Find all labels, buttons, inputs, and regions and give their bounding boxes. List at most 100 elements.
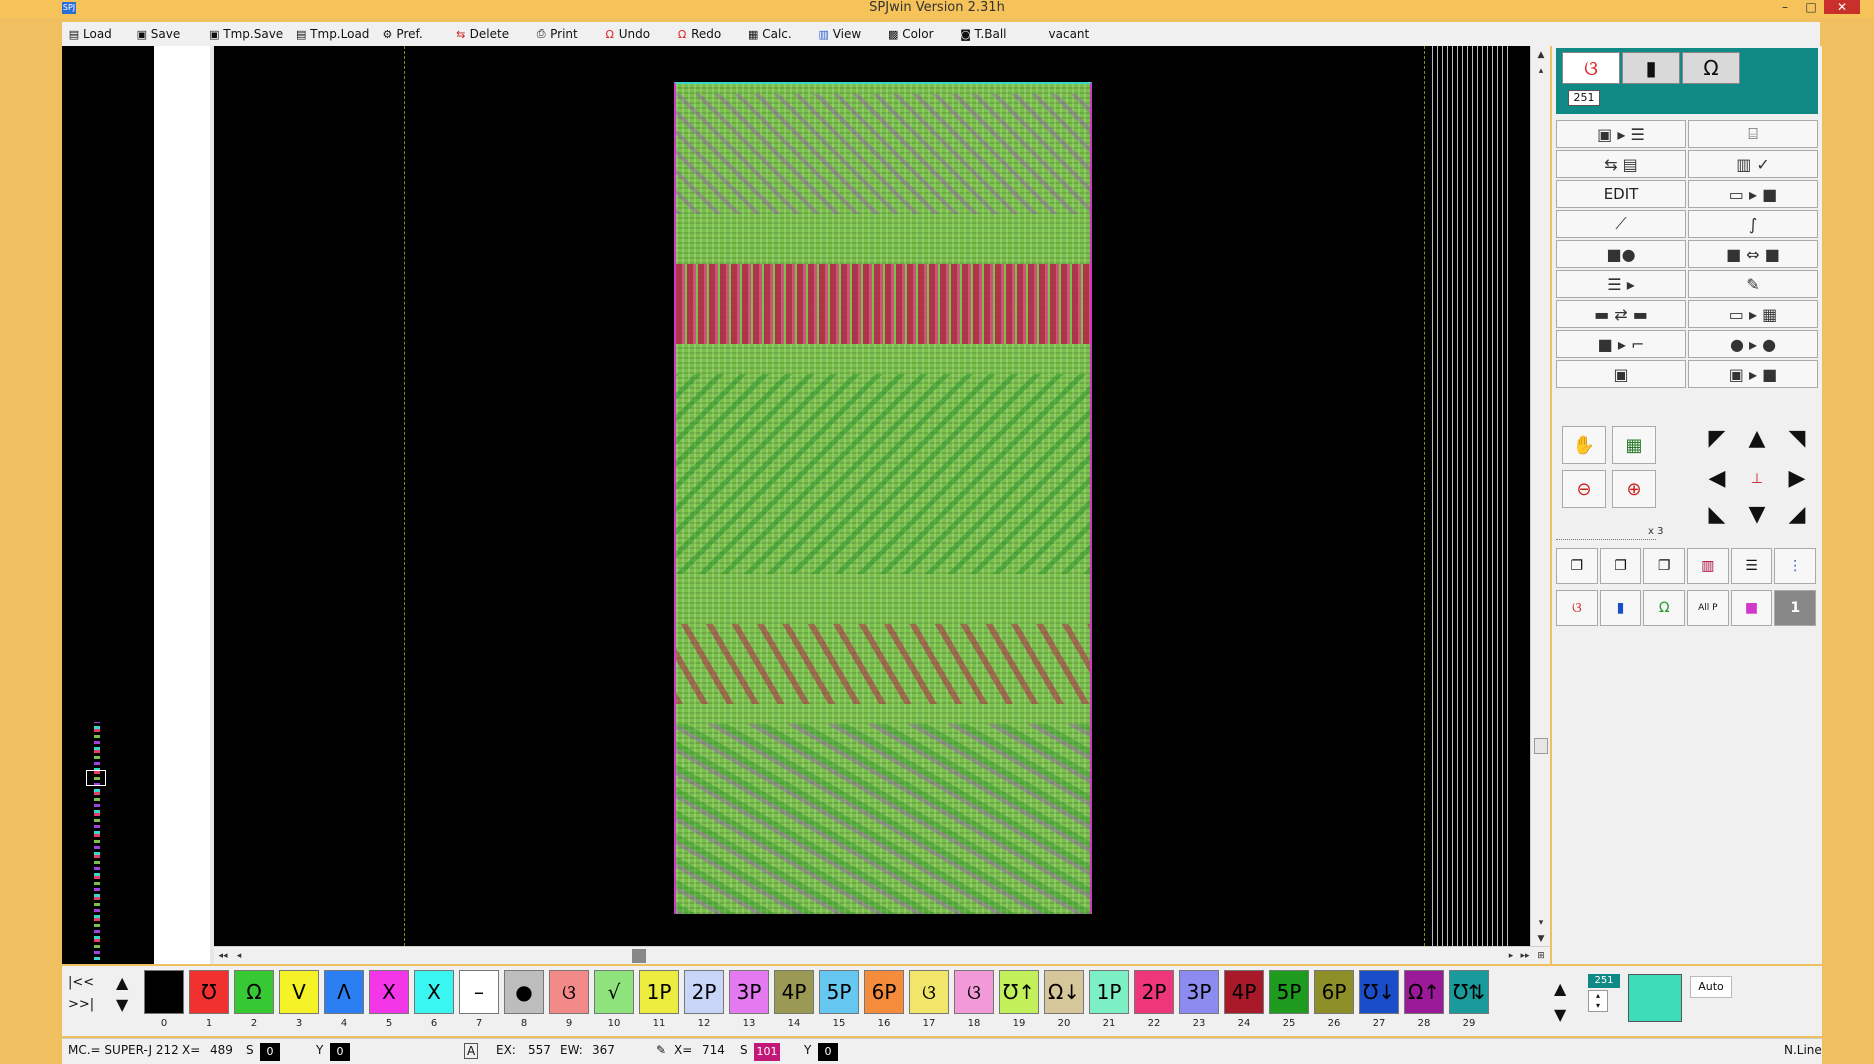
palette-item[interactable]: 4P 24 bbox=[1224, 970, 1264, 1034]
zoom-out-button[interactable]: ⊖ bbox=[1562, 470, 1606, 508]
palette-item[interactable]: 6P 16 bbox=[864, 970, 904, 1034]
checker-tool-button[interactable]: ▭ ▸ ▦ bbox=[1688, 300, 1818, 328]
palette-item[interactable]: 3P 23 bbox=[1179, 970, 1219, 1034]
palette-item[interactable]: Ʊ1 bbox=[189, 970, 229, 1034]
swap-tool-button[interactable]: ■ ⇔ ■ bbox=[1688, 240, 1818, 268]
zoom-in-button[interactable]: ⊕ bbox=[1612, 470, 1656, 508]
close-button[interactable]: ✕ bbox=[1824, 0, 1860, 14]
stair-tool-button[interactable]: ■ ▸ ⌐ bbox=[1556, 330, 1686, 358]
color-spinner[interactable]: ▴ ▾ bbox=[1588, 990, 1608, 1012]
palette-item[interactable]: 1P 21 bbox=[1089, 970, 1129, 1034]
view-stitch-button[interactable]: ଓ bbox=[1556, 590, 1598, 626]
menu-tball[interactable]: ◙ T.Ball bbox=[954, 23, 1013, 45]
view-yarn-button[interactable]: ▮ bbox=[1599, 590, 1642, 626]
palette-item[interactable]: X6 bbox=[414, 970, 454, 1034]
menu-save[interactable]: ▣ Save bbox=[130, 23, 186, 45]
grid-view-button[interactable]: ▦ bbox=[1612, 426, 1656, 464]
color-bars-button[interactable]: ▥ bbox=[1687, 548, 1729, 584]
scroll-bottom-icon[interactable]: ▼ bbox=[1533, 932, 1549, 946]
pattern-to-list-button[interactable]: ▣ ▸ ☰ bbox=[1556, 120, 1686, 148]
palette-item[interactable]: –7 bbox=[459, 970, 499, 1034]
scroll-right-icon[interactable]: ▸ bbox=[1504, 949, 1518, 963]
palette-item[interactable]: √ 10 bbox=[594, 970, 634, 1034]
scroll-last-icon[interactable]: ▸▸ bbox=[1518, 949, 1532, 963]
layer-2-button[interactable]: ❐ bbox=[1599, 548, 1642, 584]
palette-item[interactable]: ଓ 17 bbox=[909, 970, 949, 1034]
palette-item[interactable]: ● 8 bbox=[504, 970, 544, 1034]
palette-item[interactable]: 2P 12 bbox=[684, 970, 724, 1034]
palette-item[interactable]: Ʊ↑ 19 bbox=[999, 970, 1039, 1034]
stitch-mode-tab[interactable]: ଓ bbox=[1562, 52, 1620, 84]
line-tool-button[interactable]: ⟋ bbox=[1556, 210, 1686, 238]
menu-delete[interactable]: ⇆ Delete bbox=[449, 23, 515, 45]
machine-button[interactable]: ⌸ bbox=[1688, 120, 1818, 148]
scroll-left-icon[interactable]: ◂ bbox=[232, 949, 246, 963]
view-loop-button[interactable]: Ω bbox=[1643, 590, 1686, 626]
yarn-mode-tab[interactable]: ▮ bbox=[1622, 52, 1680, 84]
paint-tool-button[interactable]: ✎ bbox=[1688, 270, 1818, 298]
palette-down-icon[interactable]: ▼ bbox=[116, 994, 132, 1016]
minimize-button[interactable]: – bbox=[1772, 0, 1798, 14]
frame-tool-button[interactable]: ▣ bbox=[1556, 360, 1686, 388]
yarn-speed-transfer-button[interactable]: ▥ ✓ bbox=[1688, 150, 1818, 178]
palette-item[interactable]: 1P 11 bbox=[639, 970, 679, 1034]
fit-view-icon[interactable]: ⊞ bbox=[1534, 949, 1548, 963]
arrow-down-left-icon[interactable]: ◣ bbox=[1704, 502, 1730, 528]
menu-redo[interactable]: Ω Redo bbox=[670, 23, 727, 45]
scroll-down-icon[interactable]: ▾ bbox=[1533, 916, 1549, 930]
hand-button[interactable]: ✋ bbox=[1562, 426, 1606, 464]
palette-item[interactable]: 5P 25 bbox=[1269, 970, 1309, 1034]
arrow-up-left-icon[interactable]: ◤ bbox=[1704, 426, 1730, 452]
color-number[interactable]: 251 bbox=[1588, 974, 1620, 988]
pink-block-button[interactable]: ■ bbox=[1730, 590, 1773, 626]
number-row-button[interactable]: ⇆ ▤ bbox=[1556, 150, 1686, 178]
arrow-right-icon[interactable]: ▶ bbox=[1784, 466, 1810, 492]
vertical-scroll-thumb[interactable] bbox=[1534, 738, 1548, 754]
edit-button[interactable]: EDIT bbox=[1556, 180, 1686, 208]
maximize-button[interactable]: □ bbox=[1798, 0, 1824, 14]
arrow-down-icon[interactable]: ▼ bbox=[1744, 502, 1770, 528]
shape-tool-button[interactable]: ■● bbox=[1556, 240, 1686, 268]
palette-item[interactable]: 0 bbox=[144, 970, 184, 1034]
menu-load[interactable]: ▤ Load bbox=[62, 23, 118, 45]
palette-item[interactable]: X5 bbox=[369, 970, 409, 1034]
dotted-line-button[interactable]: ⋮ bbox=[1774, 548, 1817, 584]
palette-item[interactable]: 6P 26 bbox=[1314, 970, 1354, 1034]
auto-button[interactable]: Auto bbox=[1690, 976, 1732, 998]
menu-calc[interactable]: ▦ Calc. bbox=[741, 23, 797, 45]
color-preview[interactable] bbox=[1628, 974, 1682, 1022]
fill-black-button[interactable]: ▣ ▸ ■ bbox=[1688, 360, 1818, 388]
shape-copy-button[interactable]: ● ▸ ● bbox=[1688, 330, 1818, 358]
arrow-up-icon[interactable]: ▲ bbox=[1744, 426, 1770, 452]
origin-icon[interactable]: ⊥ bbox=[1744, 466, 1770, 492]
palette-first-button[interactable]: |<< bbox=[68, 972, 108, 994]
layer-3-button[interactable]: ❐ bbox=[1643, 548, 1686, 584]
arrow-up-right-icon[interactable]: ◥ bbox=[1784, 426, 1810, 452]
scroll-up-icon[interactable]: ▴ bbox=[1533, 64, 1549, 78]
knit-pattern-area[interactable] bbox=[674, 82, 1092, 914]
page-one-button[interactable]: 1 bbox=[1774, 590, 1817, 626]
palette-item[interactable]: V3 bbox=[279, 970, 319, 1034]
horizontal-scrollbar[interactable]: ◂◂ ◂ ▸ ▸▸ ⊞ bbox=[214, 946, 1550, 964]
overview-viewport-box[interactable] bbox=[86, 770, 106, 786]
palette-item[interactable]: Ω↓ 20 bbox=[1044, 970, 1084, 1034]
layer-1-button[interactable]: ❐ bbox=[1556, 548, 1598, 584]
menu-tmp-save[interactable]: ▣ Tmp.Save bbox=[202, 23, 289, 45]
palette-last-button[interactable]: >>| bbox=[68, 994, 108, 1016]
palette-up-icon[interactable]: ▲ bbox=[116, 972, 132, 994]
design-canvas[interactable] bbox=[214, 46, 1530, 946]
palette-item[interactable]: 4P 14 bbox=[774, 970, 814, 1034]
menu-tmp-load[interactable]: ▤ Tmp.Load bbox=[289, 23, 375, 45]
horizontal-scroll-thumb[interactable] bbox=[632, 949, 646, 963]
palette-right-up-icon[interactable]: ▲ bbox=[1554, 976, 1566, 1002]
palette-item[interactable]: Ʊ↓ 27 bbox=[1359, 970, 1399, 1034]
palette-item[interactable]: Ω↑ 28 bbox=[1404, 970, 1444, 1034]
all-p-button[interactable]: All P bbox=[1687, 590, 1729, 626]
row-to-block-button[interactable]: ▭ ▸ ■ bbox=[1688, 180, 1818, 208]
menu-pref[interactable]: ⚙ Pref. bbox=[375, 23, 428, 45]
menu-view[interactable]: ▥ View bbox=[812, 23, 867, 45]
curve-tool-button[interactable]: ∫ bbox=[1688, 210, 1818, 238]
overview-panel[interactable] bbox=[62, 46, 154, 964]
menu-print[interactable]: ⎙ Print bbox=[529, 23, 584, 45]
palette-item[interactable]: Ʊ⇅ 29 bbox=[1449, 970, 1489, 1034]
